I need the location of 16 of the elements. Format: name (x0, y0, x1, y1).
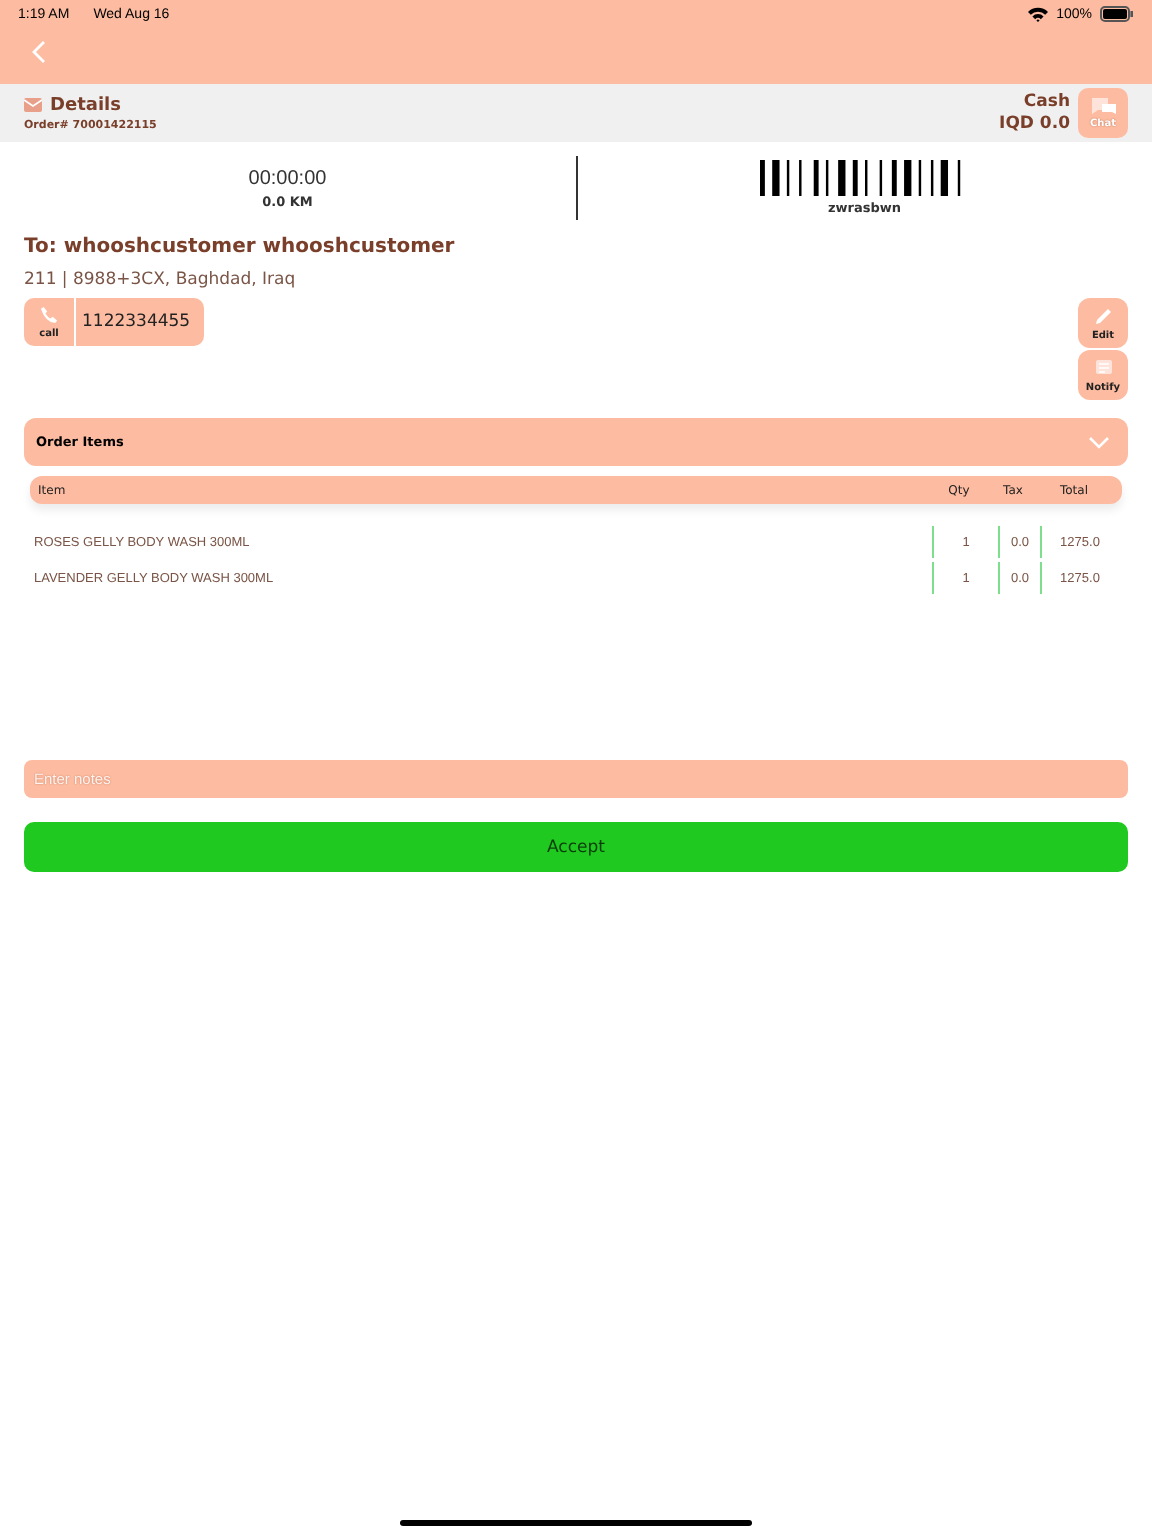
battery-icon (1100, 6, 1134, 22)
details-title: Details (50, 95, 121, 115)
chat-bubbles-icon (1089, 96, 1117, 118)
message-icon (1093, 357, 1113, 377)
wifi-icon (1028, 6, 1049, 22)
envelope-icon (24, 98, 42, 112)
timer: 00:00:00 (248, 167, 327, 189)
payment-method: Cash (1023, 92, 1070, 112)
customer-name: To: whooshcustomer whooshcustomer (24, 236, 457, 258)
back-icon[interactable] (30, 40, 46, 64)
payment-amount: IQD 0.0 (999, 114, 1070, 134)
phone-icon (40, 305, 58, 323)
phone-number[interactable]: 1122334455 (76, 298, 205, 346)
accept-button[interactable]: Accept (24, 822, 1128, 872)
pencil-icon (1093, 305, 1113, 325)
customer-address: 211 | 8988+3CX, Baghdad, Iraq (24, 270, 298, 290)
